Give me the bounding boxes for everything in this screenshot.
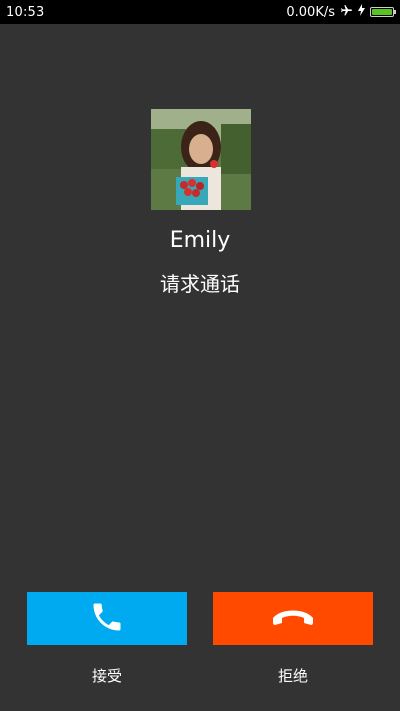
network-speed: 0.00K/s xyxy=(286,4,335,20)
call-status-text: 请求通话 xyxy=(160,272,240,296)
airplane-mode-icon xyxy=(340,4,353,21)
phone-handset-icon xyxy=(89,599,125,639)
accept-call-button[interactable] xyxy=(27,592,187,645)
incoming-call-screen: 10:53 0.00K/s Emily 请求通话 接受 拒绝 xyxy=(0,0,400,711)
hang-up-icon xyxy=(271,606,315,632)
status-icons: 0.00K/s xyxy=(286,4,396,21)
status-bar: 10:53 0.00K/s xyxy=(0,0,400,24)
decline-call-label: 拒绝 xyxy=(277,667,308,685)
charging-bolt-icon xyxy=(358,4,365,20)
accept-call-label: 接受 xyxy=(91,667,122,685)
battery-icon xyxy=(370,7,396,17)
battery-level-fill xyxy=(372,9,392,15)
status-time: 10:53 xyxy=(6,4,45,20)
decline-call-button[interactable] xyxy=(213,592,373,645)
caller-name: Emily xyxy=(169,228,231,253)
caller-avatar xyxy=(151,109,251,210)
